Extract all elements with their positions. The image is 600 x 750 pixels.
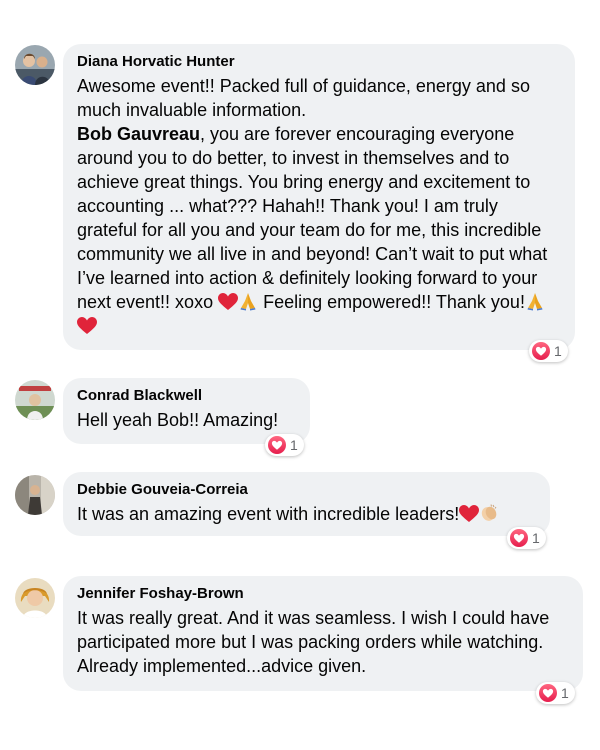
reaction-count: 1 bbox=[532, 530, 540, 546]
red-heart-icon bbox=[218, 293, 238, 311]
avatar-photo-icon bbox=[15, 475, 55, 515]
comment-bubble: Jennifer Foshay-Brown It was really grea… bbox=[63, 576, 583, 691]
comment-author[interactable]: Diana Horvatic Hunter bbox=[77, 52, 561, 72]
comment-bubble: Diana Horvatic Hunter Awesome event!! Pa… bbox=[63, 44, 575, 350]
comment-author[interactable]: Jennifer Foshay-Brown bbox=[77, 584, 569, 604]
love-reaction-icon bbox=[532, 342, 550, 360]
love-reaction-icon bbox=[510, 529, 528, 547]
reaction-count: 1 bbox=[290, 437, 298, 453]
folded-hands-icon bbox=[238, 291, 258, 311]
comment-author[interactable]: Debbie Gouveia-Correia bbox=[77, 480, 536, 500]
avatar[interactable] bbox=[15, 578, 55, 618]
clapping-hands-icon bbox=[479, 503, 499, 523]
reaction-count: 1 bbox=[561, 685, 569, 701]
reaction-badge[interactable]: 1 bbox=[536, 682, 575, 704]
love-reaction-icon bbox=[539, 684, 557, 702]
comment-text: It was really great. And it was seamless… bbox=[77, 608, 550, 676]
avatar[interactable] bbox=[15, 45, 55, 85]
comment-author[interactable]: Conrad Blackwell bbox=[77, 386, 296, 406]
comment-text-part: Feeling empowered!! Thank you! bbox=[263, 292, 525, 312]
red-heart-icon bbox=[77, 317, 97, 335]
mention-link[interactable]: Bob Gauvreau bbox=[77, 124, 200, 144]
love-reaction-icon bbox=[268, 436, 286, 454]
avatar[interactable] bbox=[15, 475, 55, 515]
reaction-badge[interactable]: 1 bbox=[265, 434, 304, 456]
comment-text-part: Awesome event!! Packed full of guidance,… bbox=[77, 76, 530, 120]
avatar-photo-icon bbox=[15, 45, 55, 85]
red-heart-icon bbox=[459, 505, 479, 523]
comment-text: Hell yeah Bob!! Amazing! bbox=[77, 410, 279, 430]
reaction-badge[interactable]: 1 bbox=[507, 527, 546, 549]
reaction-count: 1 bbox=[554, 343, 562, 359]
comment-text: It was an amazing event with incredible … bbox=[77, 502, 536, 526]
folded-hands-icon bbox=[525, 291, 545, 311]
reaction-badge[interactable]: 1 bbox=[529, 340, 568, 362]
comment-text: Awesome event!! Packed full of guidance,… bbox=[77, 74, 561, 338]
comment-text-part: , you are forever encouraging everyone a… bbox=[77, 124, 548, 312]
avatar[interactable] bbox=[15, 380, 55, 420]
avatar-photo-icon bbox=[15, 578, 55, 618]
avatar-photo-icon bbox=[15, 380, 55, 420]
comment-bubble: Debbie Gouveia-Correia It was an amazing… bbox=[63, 472, 550, 536]
comment-text-part: It was an amazing event with incredible … bbox=[77, 504, 460, 524]
